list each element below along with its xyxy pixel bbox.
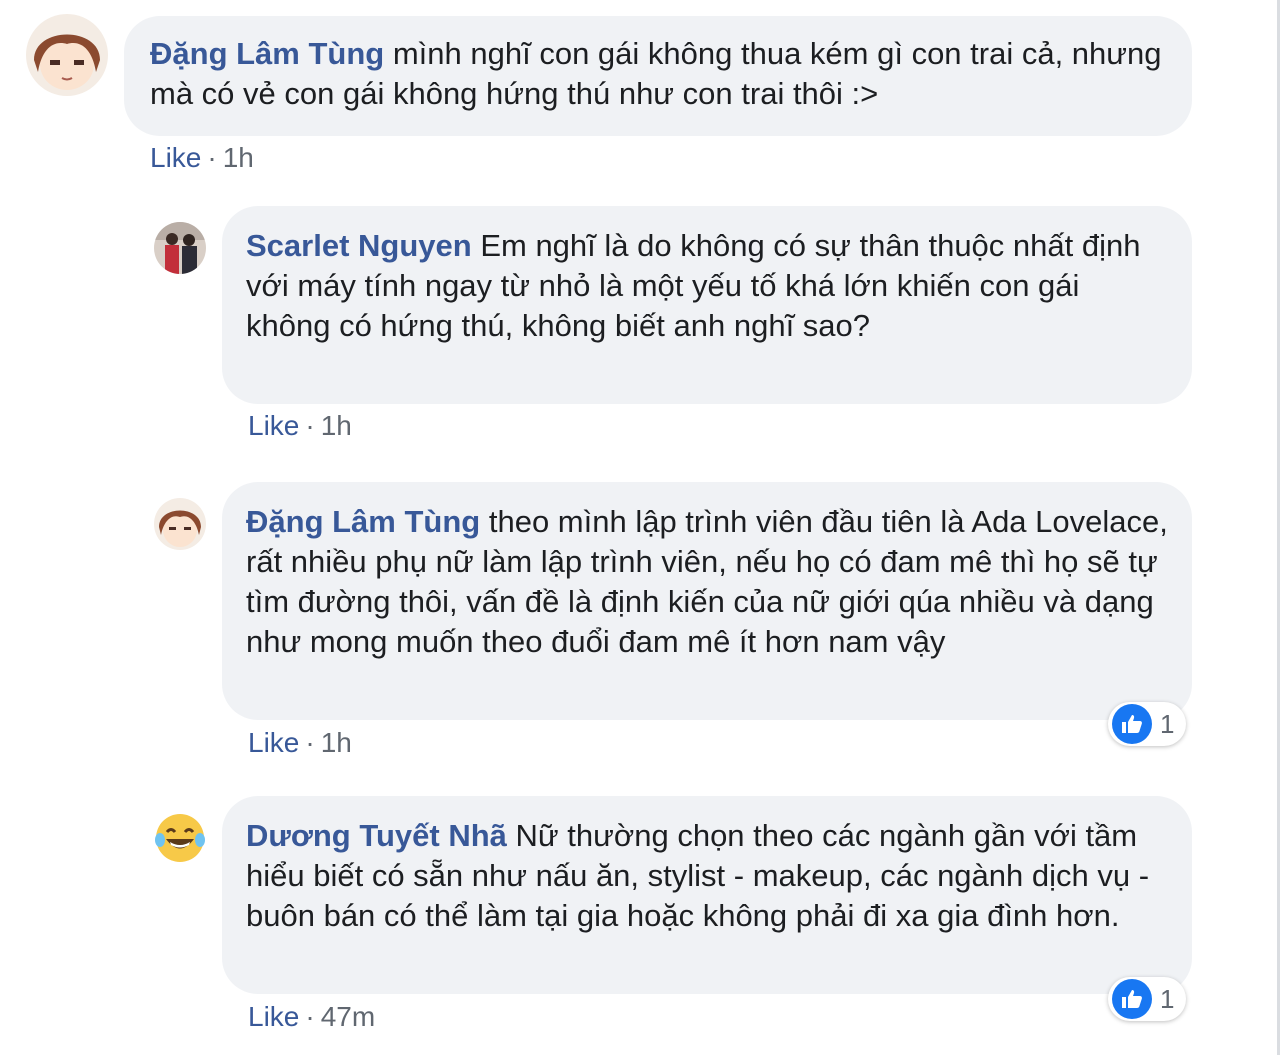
reaction-badge[interactable]: 1	[1108, 977, 1186, 1021]
anime-girl-avatar-icon[interactable]	[26, 14, 108, 96]
comment-timestamp[interactable]: 1h	[321, 410, 352, 441]
comment-meta: Like · 47m	[248, 1001, 375, 1033]
reaction-badge[interactable]: 1	[1108, 702, 1186, 746]
anime-girl-avatar-icon[interactable]	[154, 498, 206, 550]
like-button[interactable]: Like	[248, 1001, 299, 1032]
comment-meta: Like · 1h	[150, 142, 254, 174]
comment-author[interactable]: Scarlet Nguyen	[246, 228, 472, 263]
comment-timestamp[interactable]: 1h	[223, 142, 254, 173]
comment-author[interactable]: Đặng Lâm Tùng	[246, 504, 480, 539]
comment-meta: Like · 1h	[248, 410, 352, 442]
comment-bubble: Đặng Lâm Tùng mình nghĩ con gái không th…	[124, 16, 1192, 136]
thumbs-up-icon	[1112, 979, 1152, 1019]
comment-bubble: Đặng Lâm Tùng theo mình lập trình viên đ…	[222, 482, 1192, 720]
meta-separator: ·	[305, 727, 315, 758]
thumbs-up-icon	[1112, 704, 1152, 744]
like-button[interactable]: Like	[248, 410, 299, 441]
meta-separator: ·	[305, 410, 315, 441]
comment-author[interactable]: Đặng Lâm Tùng	[150, 36, 384, 71]
comment-author[interactable]: Dương Tuyết Nhã	[246, 818, 507, 853]
meta-separator: ·	[305, 1001, 315, 1032]
comment-timestamp[interactable]: 1h	[321, 727, 352, 758]
reaction-count: 1	[1160, 708, 1175, 739]
meta-separator: ·	[207, 142, 217, 173]
comment-bubble: Scarlet Nguyen Em nghĩ là do không có sự…	[222, 206, 1192, 404]
photo-avatar-icon[interactable]	[154, 222, 206, 274]
comment-bubble: Dương Tuyết Nhã Nữ thường chọn theo các …	[222, 796, 1192, 994]
comment-meta: Like · 1h	[248, 727, 352, 759]
reaction-count: 1	[1160, 983, 1175, 1014]
comment-timestamp[interactable]: 47m	[321, 1001, 375, 1032]
like-button[interactable]: Like	[248, 727, 299, 758]
laughing-emoji-avatar-icon[interactable]	[154, 812, 206, 864]
like-button[interactable]: Like	[150, 142, 201, 173]
